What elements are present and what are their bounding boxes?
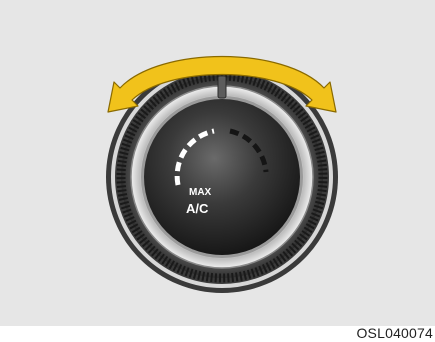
knob-face — [144, 99, 300, 255]
climate-knob-illustration: MAX A/C — [106, 55, 338, 293]
figure-code: OSL040074 — [356, 325, 433, 341]
knob-pointer — [217, 75, 227, 99]
knob-label-ac: A/C — [186, 201, 209, 216]
knob-label-max: MAX — [189, 187, 212, 198]
